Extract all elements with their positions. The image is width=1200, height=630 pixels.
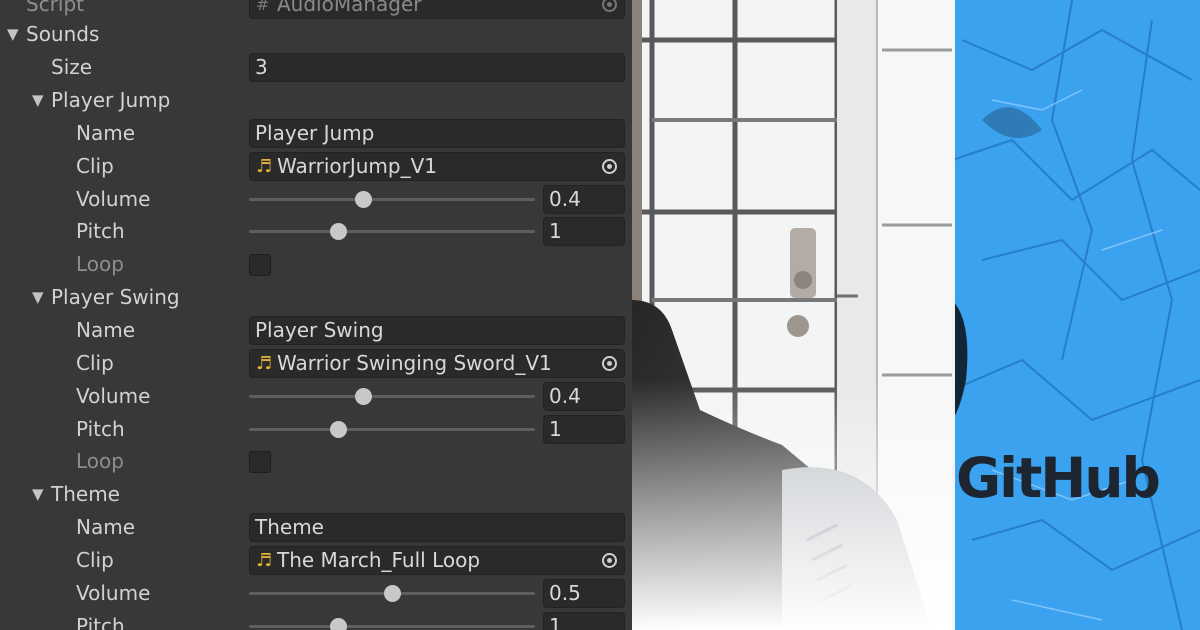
loop-label: Loop: [76, 449, 124, 474]
target-icon[interactable]: [602, 158, 617, 174]
size-input[interactable]: 3: [249, 53, 625, 82]
pitch-label: Pitch: [76, 416, 125, 441]
pitch-row: Pitch 1: [0, 413, 632, 446]
clip-value: The March_Full Loop: [277, 547, 481, 572]
script-field: # AudioManager: [249, 0, 625, 19]
triangle-down-icon[interactable]: ▼: [32, 84, 44, 117]
pitch-row: Pitch 1: [0, 215, 632, 248]
loop-checkbox[interactable]: [249, 254, 271, 277]
volume-input[interactable]: 0.4: [543, 381, 625, 411]
clip-row: Clip ♬ Warrior Swinging Sword_V1: [0, 347, 632, 380]
clip-row: Clip ♬ WarriorJump_V1: [0, 150, 632, 183]
sound-element-header[interactable]: ▼ Player Jump: [0, 84, 632, 117]
loop-row: Loop: [0, 445, 632, 478]
sound-element-title: Theme: [51, 482, 120, 507]
slider-thumb[interactable]: [329, 223, 347, 241]
clip-object-field[interactable]: ♬ WarriorJump_V1: [249, 151, 625, 181]
clip-value: WarriorJump_V1: [277, 153, 438, 178]
sound-element-header[interactable]: ▼ Theme: [0, 478, 632, 511]
volume-input[interactable]: 0.4: [543, 184, 625, 214]
sound-element-title: Player Swing: [51, 285, 180, 310]
clip-object-field[interactable]: ♬ The March_Full Loop: [249, 545, 625, 575]
music-note-icon: ♬: [256, 155, 273, 177]
slider-thumb[interactable]: [384, 584, 401, 602]
triangle-down-icon[interactable]: ▼: [32, 281, 44, 314]
slider-track[interactable]: [249, 394, 535, 398]
name-label: Name: [76, 120, 136, 145]
sound-element-header[interactable]: ▼ Player Swing: [0, 281, 632, 314]
slider-thumb[interactable]: [355, 190, 373, 208]
script-value: AudioManager: [277, 0, 422, 16]
volume-row: Volume 0.5: [0, 577, 632, 610]
target-icon: [602, 0, 617, 12]
volume-slider[interactable]: [249, 577, 535, 610]
slider-thumb[interactable]: [329, 617, 347, 630]
volume-row: Volume 0.4: [0, 183, 632, 216]
pitch-slider[interactable]: [249, 215, 535, 248]
pitch-slider[interactable]: [249, 610, 535, 630]
github-banner: GitHub: [952, 0, 1200, 630]
slider-track[interactable]: [249, 624, 535, 628]
clip-value: Warrior Swinging Sword_V1: [277, 350, 552, 375]
crumpled-paper-texture: [952, 0, 1200, 630]
name-label: Name: [76, 515, 136, 540]
photo-panel: [632, 0, 952, 630]
slider-track[interactable]: [249, 427, 535, 431]
loop-row: Loop: [0, 248, 632, 281]
sound-element-title: Player Jump: [51, 88, 171, 112]
clip-label: Clip: [76, 153, 114, 178]
name-row: Name Player Jump: [0, 117, 632, 150]
name-row: Name Theme: [0, 511, 632, 544]
sounds-label: Sounds: [26, 22, 100, 46]
inspector-panel: Script # AudioManager ▼ Sounds Size 3 ▼ P…: [0, 0, 632, 630]
target-icon[interactable]: [602, 552, 617, 568]
volume-slider[interactable]: [249, 380, 535, 413]
name-label: Name: [76, 317, 136, 342]
slider-track[interactable]: [249, 197, 535, 201]
name-row: Name Player Swing: [0, 314, 632, 347]
volume-label: Volume: [76, 383, 151, 408]
slider-thumb[interactable]: [355, 387, 373, 405]
pitch-input[interactable]: 1: [543, 217, 625, 247]
name-input[interactable]: Player Jump: [249, 118, 625, 148]
person-at-window-photo: [632, 0, 952, 630]
slider-thumb[interactable]: [329, 420, 347, 438]
name-input[interactable]: Theme: [249, 513, 625, 543]
clip-object-field[interactable]: ♬ Warrior Swinging Sword_V1: [249, 348, 625, 378]
pitch-input[interactable]: 1: [543, 414, 625, 444]
size-label: Size: [51, 55, 93, 79]
volume-row: Volume 0.4: [0, 380, 632, 413]
size-row: Size 3: [0, 51, 632, 84]
music-note-icon: ♬: [256, 352, 273, 374]
triangle-down-icon[interactable]: ▼: [32, 478, 44, 511]
banner-divider: [952, 0, 955, 630]
clip-label: Clip: [76, 547, 114, 572]
loop-label: Loop: [76, 252, 124, 277]
pitch-label: Pitch: [76, 219, 125, 244]
pitch-input[interactable]: 1: [543, 611, 625, 630]
volume-label: Volume: [76, 580, 151, 605]
slider-track[interactable]: [249, 230, 535, 234]
pitch-slider[interactable]: [249, 413, 535, 446]
volume-input[interactable]: 0.5: [543, 578, 625, 608]
volume-slider[interactable]: [249, 183, 535, 216]
music-note-icon: ♬: [256, 549, 273, 571]
clip-row: Clip ♬ The March_Full Loop: [0, 544, 632, 577]
loop-checkbox[interactable]: [249, 451, 271, 474]
clip-label: Clip: [76, 350, 114, 375]
hash-icon: #: [256, 0, 270, 14]
sounds-row[interactable]: ▼ Sounds: [0, 18, 632, 51]
triangle-down-icon[interactable]: ▼: [7, 18, 19, 51]
target-icon[interactable]: [602, 355, 617, 371]
pitch-label: Pitch: [76, 613, 125, 630]
pitch-row: Pitch 1: [0, 610, 632, 630]
volume-label: Volume: [76, 186, 151, 211]
github-logo-text: GitHub: [956, 446, 1161, 510]
name-input[interactable]: Player Swing: [249, 315, 625, 345]
